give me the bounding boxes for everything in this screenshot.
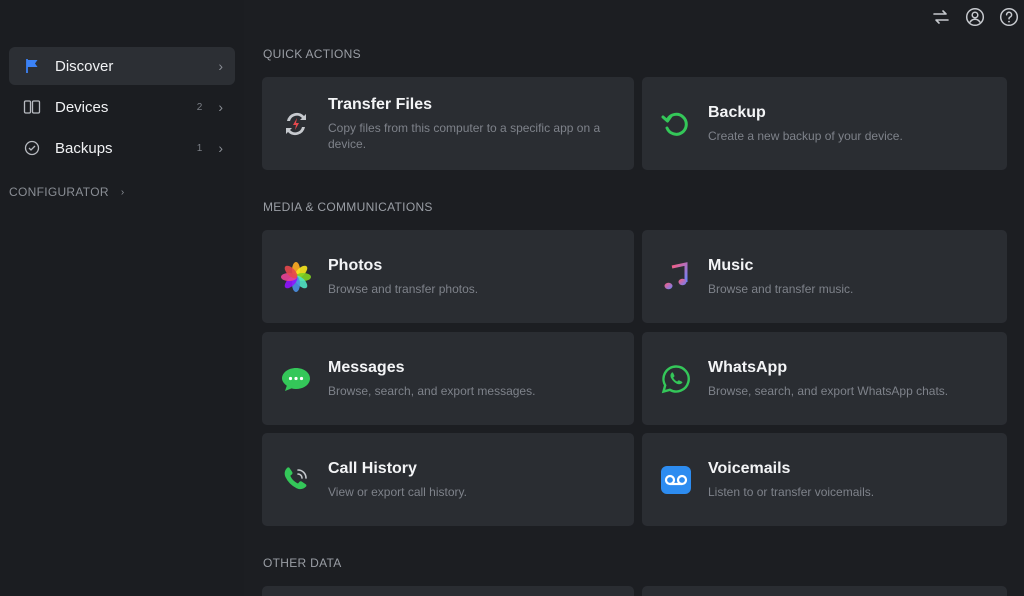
backup-card[interactable]: Backup Create a new backup of your devic… <box>642 77 1007 170</box>
card-title: Photos <box>328 256 383 274</box>
voicemail-icon <box>658 462 694 498</box>
sidebar-item-label: Discover <box>55 57 114 75</box>
chevron-right-icon: › <box>218 140 223 156</box>
call-history-card[interactable]: Call History View or export call history… <box>262 433 634 526</box>
configurator-section-toggle[interactable]: CONFIGURATOR › <box>9 185 124 199</box>
sidebar-item-backups[interactable]: Backups 1 › <box>9 129 235 167</box>
music-note-icon <box>658 259 694 295</box>
chevron-right-icon: › <box>218 58 223 74</box>
card-description: Browse and transfer photos. <box>328 281 479 296</box>
sidebar: Discover › Devices 2 › Backups 1 › CONFI… <box>0 0 244 596</box>
chevron-right-icon: › <box>120 186 125 198</box>
section-title-media: MEDIA & COMMUNICATIONS <box>263 200 433 214</box>
photos-card[interactable]: Photos Browse and transfer photos. <box>262 230 634 323</box>
card-description: View or export call history. <box>328 484 467 499</box>
main-content: QUICK ACTIONS Transfer Files Copy files … <box>244 0 1024 596</box>
backup-icon <box>658 106 694 142</box>
configurator-label: CONFIGURATOR <box>9 185 109 199</box>
chevron-right-icon: › <box>218 99 223 115</box>
transfer-files-icon <box>278 106 314 142</box>
sidebar-item-discover[interactable]: Discover › <box>9 47 235 85</box>
app-window: Discover › Devices 2 › Backups 1 › CONFI… <box>0 0 1024 596</box>
sidebar-item-label: Devices <box>55 98 109 116</box>
transfer-files-card[interactable]: Transfer Files Copy files from this comp… <box>262 77 634 170</box>
section-title-other-data: OTHER DATA <box>263 556 342 570</box>
card-title: WhatsApp <box>708 358 788 376</box>
whatsapp-card[interactable]: WhatsApp Browse, search, and export What… <box>642 332 1007 425</box>
devices-icon <box>23 98 41 116</box>
flag-icon <box>23 57 41 75</box>
photos-icon <box>278 259 314 295</box>
voicemails-card[interactable]: Voicemails Listen to or transfer voicema… <box>642 433 1007 526</box>
music-card[interactable]: Music Browse and transfer music. <box>642 230 1007 323</box>
card-title: Messages <box>328 358 405 376</box>
section-title-quick-actions: QUICK ACTIONS <box>263 47 361 61</box>
whatsapp-icon <box>658 361 694 397</box>
card-description: Listen to or transfer voicemails. <box>708 484 875 499</box>
card-description: Copy files from this computer to a speci… <box>328 120 601 151</box>
sidebar-item-label: Backups <box>55 139 113 157</box>
other-data-card-1[interactable] <box>262 586 634 596</box>
card-title: Music <box>708 256 754 274</box>
card-title: Backup <box>708 103 766 121</box>
card-description: Browse, search, and export WhatsApp chat… <box>708 383 949 398</box>
sidebar-nav: Discover › Devices 2 › Backups 1 › <box>9 47 235 170</box>
messages-card[interactable]: Messages Browse, search, and export mess… <box>262 332 634 425</box>
card-title: Transfer Files <box>328 95 433 113</box>
sidebar-item-devices[interactable]: Devices 2 › <box>9 88 235 126</box>
card-title: Voicemails <box>708 459 791 477</box>
backup-clock-icon <box>23 139 41 157</box>
other-data-card-2[interactable] <box>642 586 1007 596</box>
card-title: Call History <box>328 459 417 477</box>
phone-icon <box>278 462 314 498</box>
card-description: Create a new backup of your device. <box>708 128 903 143</box>
messages-bubble-icon <box>278 361 314 397</box>
device-count-badge: 2 <box>196 101 203 113</box>
card-description: Browse, search, and export messages. <box>328 383 536 398</box>
card-description: Browse and transfer music. <box>708 281 854 296</box>
backup-count-badge: 1 <box>196 142 203 154</box>
